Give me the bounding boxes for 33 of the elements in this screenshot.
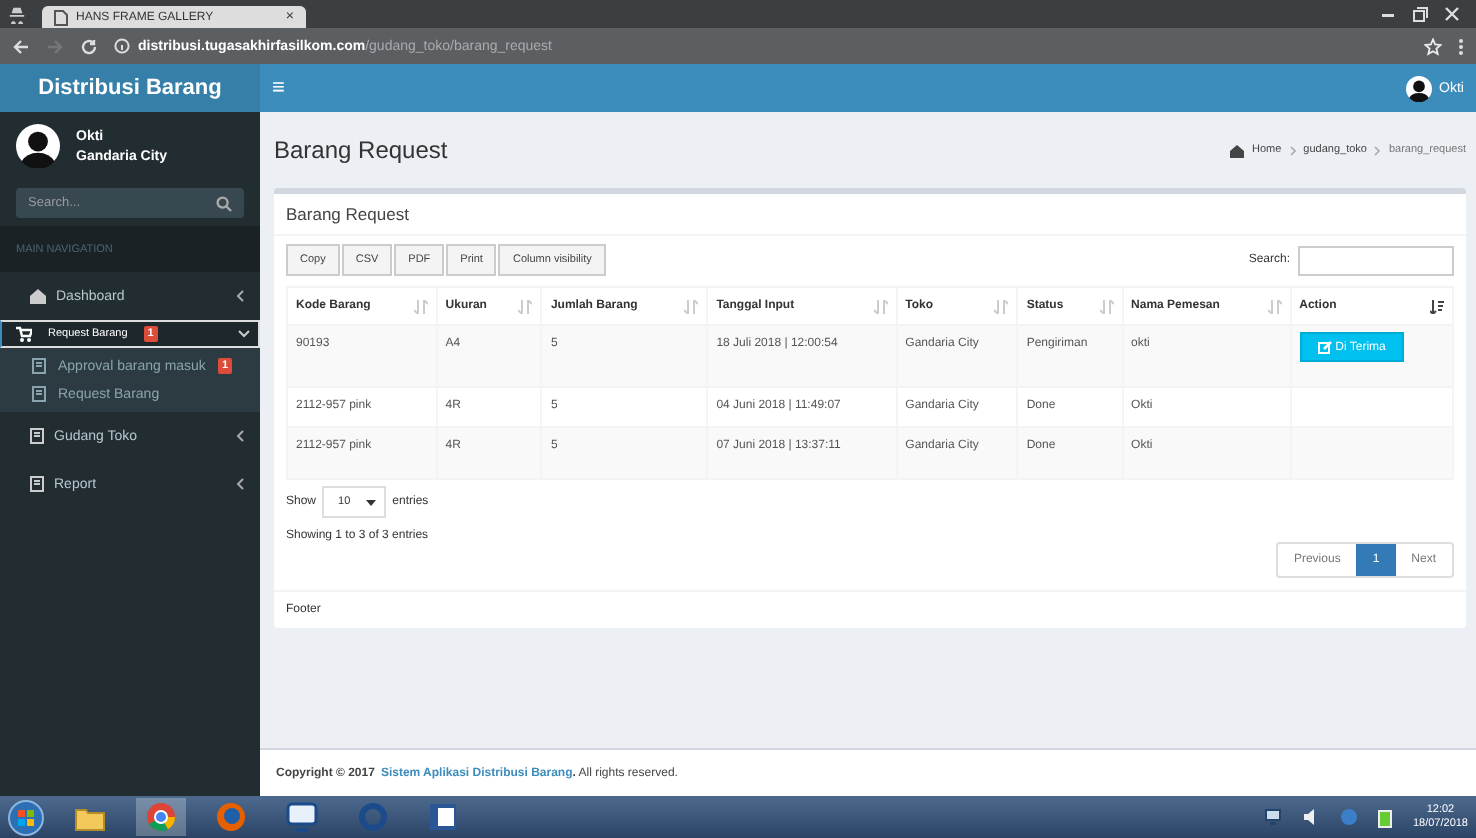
- search-icon[interactable]: [216, 195, 232, 211]
- more-icon[interactable]: [1458, 37, 1464, 55]
- box-title: Barang Request: [274, 194, 1466, 236]
- caret-icon: [366, 499, 377, 505]
- user-avatar-icon[interactable]: [1405, 75, 1432, 101]
- chevron-right-icon: [1289, 145, 1296, 155]
- page-icon: [54, 9, 68, 25]
- brand-logo[interactable]: Distribusi Barang: [0, 64, 260, 112]
- user-avatar-icon: [16, 124, 60, 168]
- star-icon[interactable]: [1424, 37, 1442, 55]
- document-icon: [32, 386, 46, 402]
- back-icon[interactable]: [12, 37, 30, 55]
- chevron-down-icon: [238, 330, 250, 338]
- restore-icon[interactable]: [1412, 6, 1428, 22]
- page-title: Barang Request: [274, 136, 450, 164]
- cart-icon: [16, 326, 32, 342]
- start-button-icon[interactable]: [8, 799, 44, 835]
- document-icon: [32, 358, 46, 374]
- edit-icon: [1317, 340, 1332, 354]
- document-icon: [30, 476, 44, 492]
- chevron-right-icon: [1374, 145, 1381, 155]
- reload-icon[interactable]: [80, 37, 98, 55]
- chevron-left-icon: [236, 290, 244, 302]
- battery-icon[interactable]: [1378, 807, 1393, 827]
- menu-toggle[interactable]: ≡: [272, 76, 285, 100]
- incognito-icon: [8, 5, 26, 23]
- close-icon[interactable]: [1444, 6, 1460, 22]
- document-icon: [30, 428, 44, 444]
- chevron-left-icon: [236, 430, 244, 442]
- info-icon: [114, 38, 130, 54]
- table-search-field[interactable]: [1298, 245, 1454, 275]
- chevron-left-icon: [236, 478, 244, 490]
- forward-icon: [46, 37, 64, 55]
